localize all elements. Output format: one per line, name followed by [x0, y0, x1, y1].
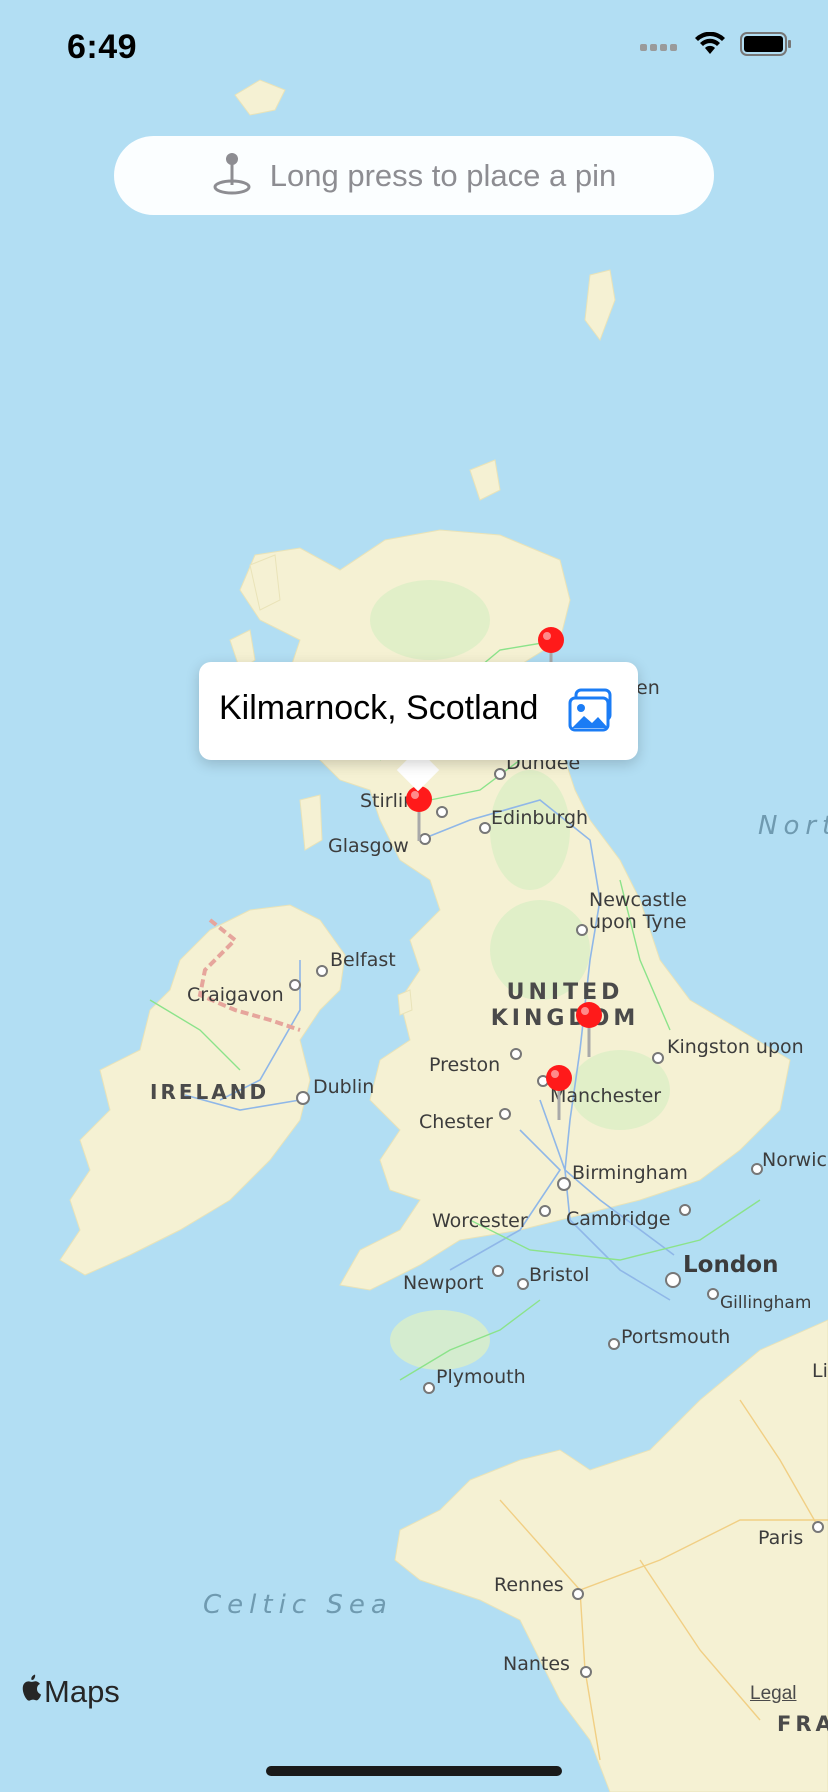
maps-brand-text: Maps — [44, 1674, 120, 1709]
map-canvas[interactable] — [0, 0, 828, 1792]
search-placeholder: Long press to place a pin — [269, 157, 617, 193]
pin-callout[interactable]: Kilmarnock, Scotland — [199, 662, 638, 760]
battery-icon — [740, 32, 792, 61]
status-icons — [640, 31, 792, 61]
legal-link[interactable]: Legal — [750, 1683, 797, 1705]
pin-drop-icon — [212, 151, 252, 200]
search-bar[interactable]: Long press to place a pin — [114, 136, 714, 215]
wifi-icon — [694, 31, 726, 61]
map-pin-yorkshire[interactable] — [574, 1001, 604, 1061]
map-view[interactable]: en Dundee Stirling Edinburgh Glasgow New… — [0, 0, 828, 1792]
map-pin-manchester[interactable] — [544, 1064, 574, 1124]
cellular-signal-icon — [640, 38, 680, 56]
home-indicator[interactable] — [266, 1766, 562, 1776]
callout-title: Kilmarnock, Scotland — [219, 689, 539, 727]
status-bar: 6:49 — [0, 0, 828, 100]
map-pin-kilmarnock[interactable] — [404, 785, 434, 845]
status-time: 6:49 — [67, 28, 138, 66]
maps-attribution: Maps — [20, 1674, 120, 1710]
apple-logo-icon — [20, 1674, 44, 1710]
landmasses — [59, 79, 828, 1792]
photo-gallery-icon[interactable] — [568, 688, 614, 734]
